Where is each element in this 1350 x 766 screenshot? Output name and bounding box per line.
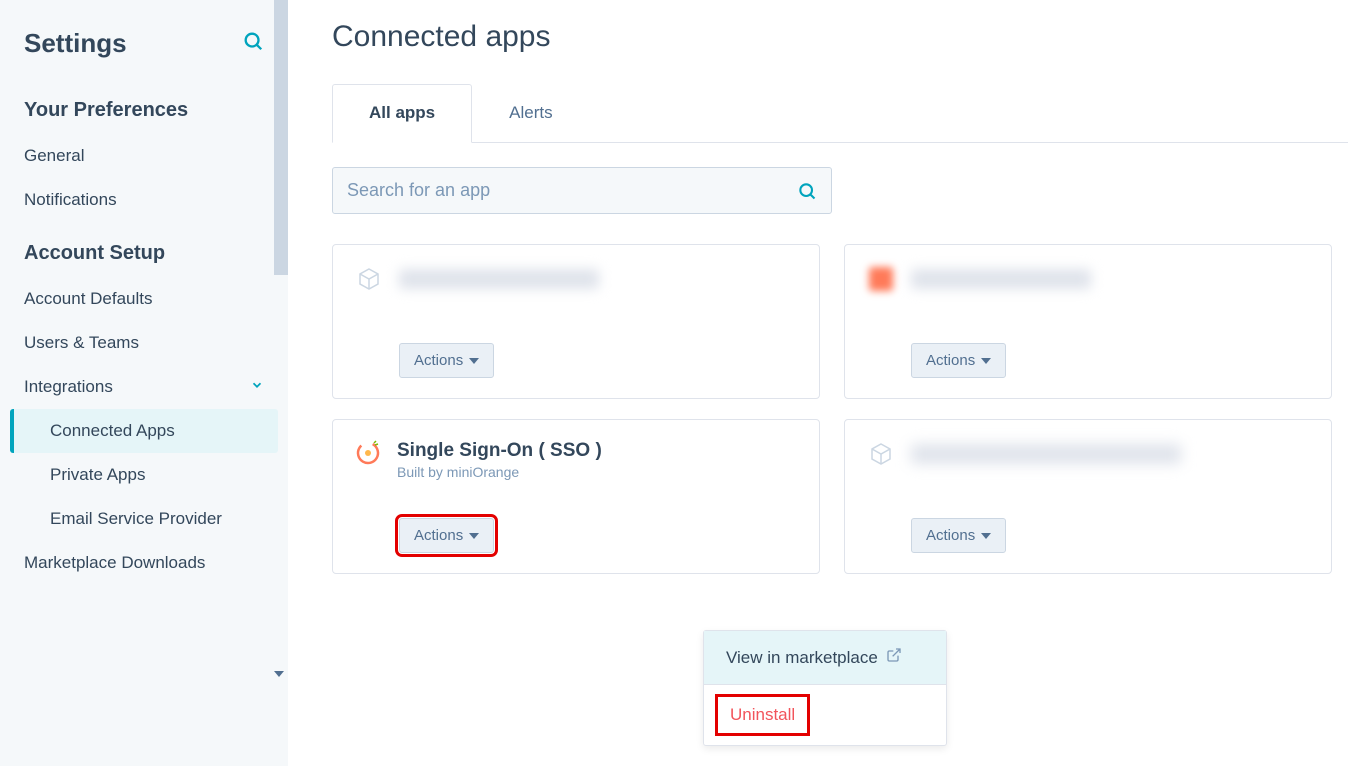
app-subtitle-sso: Built by miniOrange: [397, 464, 797, 480]
nav-general[interactable]: General: [0, 134, 288, 178]
page-title: Connected apps: [332, 20, 1350, 54]
search-icon: [797, 181, 817, 201]
blurred-app-title: [399, 269, 599, 289]
actions-button-sso[interactable]: Actions: [399, 518, 494, 553]
tabs: All apps Alerts: [332, 84, 1348, 143]
tab-all-apps[interactable]: All apps: [332, 84, 472, 143]
nav-marketplace-downloads[interactable]: Marketplace Downloads: [0, 541, 288, 585]
app-title-sso: Single Sign-On ( SSO ): [397, 440, 797, 462]
caret-down-icon: [469, 356, 479, 366]
actions-label: Actions: [926, 352, 975, 369]
app-card-blurred-1: Actions: [332, 244, 820, 399]
main-content: Connected apps All apps Alerts Actions: [288, 0, 1350, 766]
sidebar-header: Settings: [0, 28, 288, 79]
external-link-icon: [886, 647, 902, 668]
miniorange-icon: [355, 440, 381, 471]
sidebar-title: Settings: [24, 28, 127, 59]
nav-email-service-provider[interactable]: Email Service Provider: [10, 497, 278, 541]
nav-integrations-label: Integrations: [24, 377, 113, 397]
actions-button[interactable]: Actions: [911, 343, 1006, 378]
dropdown-view-marketplace[interactable]: View in marketplace: [704, 631, 946, 684]
actions-label: Actions: [414, 352, 463, 369]
search-icon[interactable]: [242, 30, 264, 57]
actions-label: Actions: [926, 527, 975, 544]
app-card-sso: Single Sign-On ( SSO ) Built by miniOran…: [332, 419, 820, 574]
dropdown-uninstall[interactable]: Uninstall: [718, 697, 807, 733]
chevron-down-icon: [250, 377, 264, 397]
nav-account-defaults[interactable]: Account Defaults: [0, 277, 288, 321]
actions-button[interactable]: Actions: [911, 518, 1006, 553]
actions-button[interactable]: Actions: [399, 343, 494, 378]
scroll-down-icon[interactable]: [274, 666, 286, 678]
sidebar-scrollbar[interactable]: [274, 0, 288, 275]
app-card-blurred-2: Actions: [844, 244, 1332, 399]
nav-private-apps[interactable]: Private Apps: [10, 453, 278, 497]
app-cards: Actions Actions: [332, 244, 1350, 574]
app-icon-blurred: [867, 265, 895, 293]
section-account-title: Account Setup: [0, 222, 288, 277]
caret-down-icon: [981, 356, 991, 366]
sidebar: Settings Your Preferences General Notifi…: [0, 0, 288, 766]
tab-alerts[interactable]: Alerts: [472, 84, 589, 142]
nav-connected-apps[interactable]: Connected Apps: [10, 409, 278, 453]
actions-dropdown: View in marketplace Uninstall: [703, 630, 947, 746]
dropdown-view-label: View in marketplace: [726, 648, 878, 668]
nav-users-teams[interactable]: Users & Teams: [0, 321, 288, 365]
cube-icon: [355, 265, 383, 293]
caret-down-icon: [469, 531, 479, 541]
search-input[interactable]: [347, 180, 797, 201]
actions-label: Actions: [414, 527, 463, 544]
nav-integrations[interactable]: Integrations: [0, 365, 288, 409]
blurred-app-title: [911, 444, 1181, 464]
cube-icon: [867, 440, 895, 468]
caret-down-icon: [981, 531, 991, 541]
search-box[interactable]: [332, 167, 832, 214]
blurred-app-title: [911, 269, 1091, 289]
app-card-blurred-4: Actions: [844, 419, 1332, 574]
nav-notifications[interactable]: Notifications: [0, 178, 288, 222]
section-preferences-title: Your Preferences: [0, 79, 288, 134]
